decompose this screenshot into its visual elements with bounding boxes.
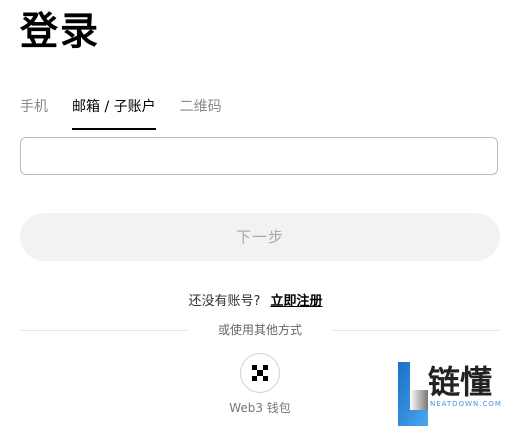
watermark-text: 链懂 — [428, 363, 493, 401]
web3-wallet-label: Web3 钱包 — [229, 401, 291, 415]
watermark-l-logo-icon — [398, 362, 428, 426]
web3-wallet-icon — [252, 365, 268, 381]
watermark-subtext: NEATDOWN.COM — [430, 400, 502, 408]
register-link[interactable]: 立即注册 — [271, 294, 323, 309]
tab-qrcode[interactable]: 二维码 — [180, 96, 222, 128]
login-page: 登录 手机 邮箱 / 子账户 二维码 下一步 还没有账号? 立即注册 或使用其他… — [0, 0, 511, 430]
register-prompt: 还没有账号? — [188, 294, 261, 309]
page-title: 登录 — [20, 9, 101, 53]
web3-wallet-option[interactable]: Web3 钱包 — [225, 353, 295, 416]
web3-wallet-button[interactable] — [240, 353, 280, 393]
tab-phone[interactable]: 手机 — [20, 96, 48, 128]
login-method-tabs: 手机 邮箱 / 子账户 二维码 — [20, 96, 222, 130]
divider-line-right — [332, 330, 500, 331]
email-field[interactable] — [20, 137, 498, 175]
register-row: 还没有账号? 立即注册 — [0, 290, 511, 309]
next-step-button[interactable]: 下一步 — [20, 213, 500, 261]
watermark-logo: 链懂 NEATDOWN.COM — [396, 360, 511, 430]
alternative-login-divider: 或使用其他方式 — [20, 320, 500, 340]
tab-email-subaccount[interactable]: 邮箱 / 子账户 — [72, 96, 156, 130]
